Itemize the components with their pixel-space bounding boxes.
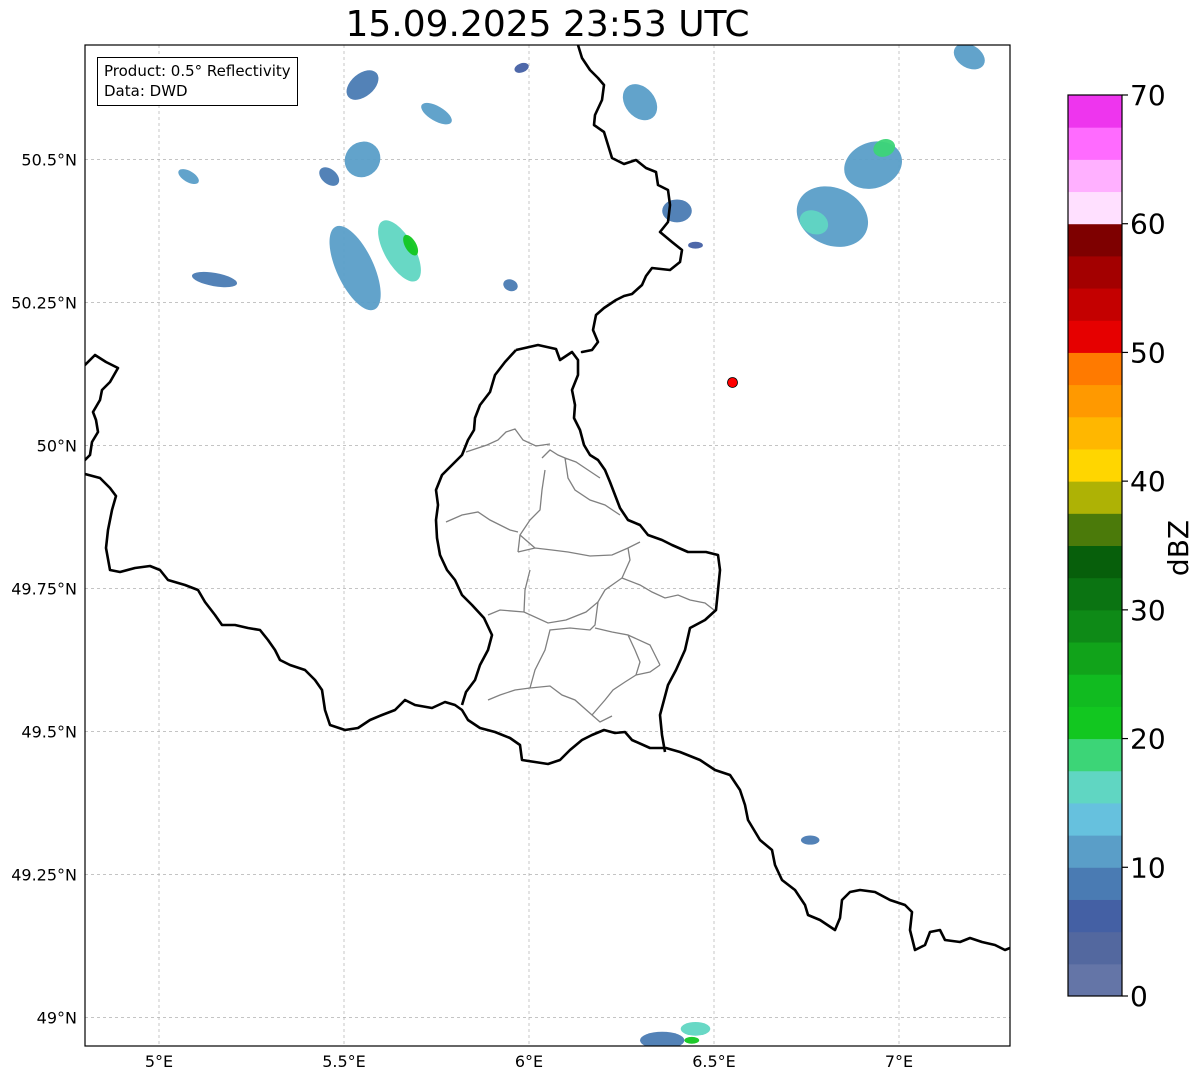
- lat-tick-label: 49.25°N: [11, 865, 77, 884]
- lat-tick-label: 49.5°N: [21, 722, 77, 741]
- reflectivity-echo: [680, 1021, 711, 1036]
- lat-tick-label: 49.75°N: [11, 579, 77, 598]
- lat-tick-label: 50.5°N: [21, 150, 77, 169]
- colorbar-bin: [1068, 770, 1122, 804]
- reflectivity-echo: [662, 199, 692, 223]
- colorbar-bin: [1068, 835, 1122, 868]
- product-label: Product: 0.5° Reflectivity: [104, 62, 291, 80]
- colorbar-bin: [1068, 352, 1122, 386]
- latitude-labels: 49°N 49.25°N 49.5°N 49.75°N 50°N 50.25°N 50.5°…: [11, 150, 77, 1027]
- lat-tick-label: 49°N: [37, 1008, 77, 1027]
- radar-map[interactable]: 49°N 49.25°N 49.5°N 49.75°N 50°N 50.25°N 50.5°…: [0, 0, 1060, 1081]
- colorbar-bin: [1068, 416, 1122, 450]
- colorbar-tick-label: 30: [1130, 594, 1166, 627]
- colorbar-bin: [1068, 223, 1122, 257]
- reflectivity-echo: [800, 835, 820, 845]
- colorbar-tick-label: 10: [1130, 851, 1166, 884]
- colorbar-unit-label: dBZ: [1162, 520, 1195, 576]
- reflectivity-echo: [688, 241, 703, 249]
- colorbar-bin: [1068, 867, 1122, 900]
- lon-tick-label: 5.5°E: [322, 1052, 366, 1071]
- colorbar-bin: [1068, 95, 1122, 128]
- colorbar-bin: [1068, 674, 1122, 707]
- radar-site-marker: [727, 377, 738, 388]
- colorbar-bin: [1068, 706, 1122, 740]
- colorbar-bin: [1068, 127, 1122, 160]
- colorbar: 0 10 20 30 40 50 60 70 dBZ: [1067, 80, 1195, 1013]
- colorbar-bin: [1068, 159, 1122, 193]
- colorbar-tick-label: 60: [1130, 208, 1166, 241]
- reflectivity-echo: [684, 1036, 700, 1044]
- colorbar-tick-label: 0: [1130, 980, 1148, 1013]
- colorbar-bin: [1068, 802, 1122, 836]
- colorbar-bin: [1068, 609, 1122, 643]
- lat-tick-label: 50.25°N: [11, 293, 77, 312]
- colorbar-ticks: 0 10 20 30 40 50 60 70: [1122, 80, 1166, 1013]
- lat-tick-label: 50°N: [37, 436, 77, 455]
- colorbar-bin: [1068, 738, 1122, 772]
- colorbar-bin: [1068, 963, 1122, 997]
- colorbar-bin: [1068, 481, 1122, 514]
- colorbar-bin: [1068, 384, 1122, 418]
- colorbar-bin: [1068, 255, 1122, 289]
- colorbar-bin: [1068, 191, 1122, 225]
- colorbar-tick-label: 50: [1130, 336, 1166, 369]
- colorbar-bin: [1068, 577, 1122, 611]
- map-background: [85, 45, 1010, 1046]
- lon-tick-label: 5°E: [145, 1052, 173, 1071]
- colorbar-bin: [1068, 320, 1122, 353]
- colorbar-tick-label: 20: [1130, 723, 1166, 756]
- colorbar-bin: [1068, 931, 1122, 965]
- colorbar-bin: [1068, 642, 1122, 675]
- colorbar-bin: [1068, 513, 1122, 546]
- colorbar-tick-label: 40: [1130, 465, 1166, 498]
- lon-tick-label: 6.5°E: [692, 1052, 736, 1071]
- colorbar-bin: [1068, 545, 1122, 579]
- colorbar-bin: [1068, 899, 1122, 933]
- colorbar-bin: [1068, 288, 1122, 321]
- lon-tick-label: 6°E: [515, 1052, 543, 1071]
- colorbar-tick-label: 70: [1130, 80, 1166, 112]
- colorbar-bins: [1068, 95, 1122, 997]
- product-info-box: Product: 0.5° Reflectivity Data: DWD: [97, 57, 298, 106]
- colorbar-bin: [1068, 448, 1122, 482]
- longitude-labels: 5°E 5.5°E 6°E 6.5°E 7°E: [145, 1052, 913, 1071]
- lon-tick-label: 7°E: [885, 1052, 913, 1071]
- data-source-label: Data: DWD: [104, 82, 188, 100]
